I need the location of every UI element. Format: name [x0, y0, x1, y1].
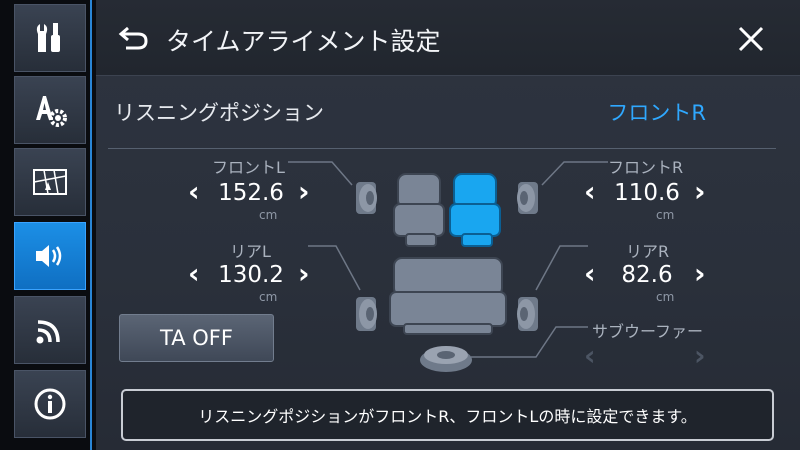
page-title: タイムアライメント設定 [166, 27, 441, 56]
rear-right-label: リアR [626, 242, 670, 261]
rear-left-speaker-icon [356, 297, 377, 331]
listening-position-label: リスニングポジション [114, 101, 324, 125]
main-panel: タイムアライメント設定 リスニングポジション フロントR フロントL ‹ 152… [96, 0, 800, 450]
front-left-value: 152.6 [218, 180, 284, 206]
sidebar [0, 0, 96, 450]
sidebar-item-wireless[interactable] [14, 296, 86, 364]
subwoofer-label: サブウーファー [592, 322, 704, 341]
header: タイムアライメント設定 [96, 0, 800, 76]
rear-left-value: 130.2 [218, 262, 284, 288]
back-icon[interactable] [118, 24, 150, 52]
sidebar-item-settings[interactable] [14, 76, 86, 144]
subwoofer-icon [420, 346, 472, 372]
sidebar-item-audio[interactable] [14, 222, 86, 290]
rear-left-label: リアL [230, 242, 271, 261]
front-left-increase-button[interactable]: › [298, 178, 310, 206]
rear-right-increase-button[interactable]: › [694, 260, 706, 288]
front-left-label: フロントL [212, 158, 285, 177]
rear-right-decrease-button[interactable]: ‹ [584, 260, 596, 288]
subwoofer-decrease-button[interactable]: ‹ [584, 342, 596, 370]
speaker-icon [36, 245, 62, 267]
listening-position-value[interactable]: フロントR [607, 97, 706, 127]
ta-off-button[interactable]: TA OFF [119, 314, 274, 362]
sidebar-item-map[interactable] [14, 148, 86, 216]
rear-right-unit: cm [656, 290, 675, 304]
front-left-speaker-icon [356, 182, 377, 214]
front-right-value: 110.6 [614, 180, 680, 206]
front-left-decrease-button[interactable]: ‹ [188, 178, 200, 206]
divider [108, 148, 776, 149]
map-icon [33, 169, 67, 195]
rear-seat-icon [389, 257, 507, 335]
front-right-label: フロントR [608, 158, 684, 177]
wireless-icon [36, 320, 60, 344]
rear-right-value: 82.6 [621, 262, 673, 288]
sidebar-item-tools[interactable] [14, 4, 86, 72]
front-right-unit: cm [656, 208, 675, 222]
sidebar-item-info[interactable] [14, 370, 86, 438]
rear-left-decrease-button[interactable]: ‹ [188, 260, 200, 288]
rear-left-increase-button[interactable]: › [298, 260, 310, 288]
subwoofer-increase-button[interactable]: › [694, 342, 706, 370]
front-left-unit: cm [259, 208, 278, 222]
front-left-seat-icon [393, 173, 445, 247]
rear-right-speaker-icon [517, 297, 538, 331]
settings-icon [36, 96, 67, 127]
front-right-increase-button[interactable]: › [694, 178, 706, 206]
front-right-decrease-button[interactable]: ‹ [584, 178, 596, 206]
tools-icon [36, 23, 60, 52]
rear-left-unit: cm [259, 290, 278, 304]
info-icon [34, 388, 66, 420]
info-message: リスニングポジションがフロントR、フロントLの時に設定できます。 [121, 389, 774, 441]
close-icon[interactable] [736, 24, 766, 54]
front-right-speaker-icon [517, 182, 538, 214]
sidebar-divider [90, 0, 92, 450]
front-right-seat-icon [449, 173, 501, 247]
